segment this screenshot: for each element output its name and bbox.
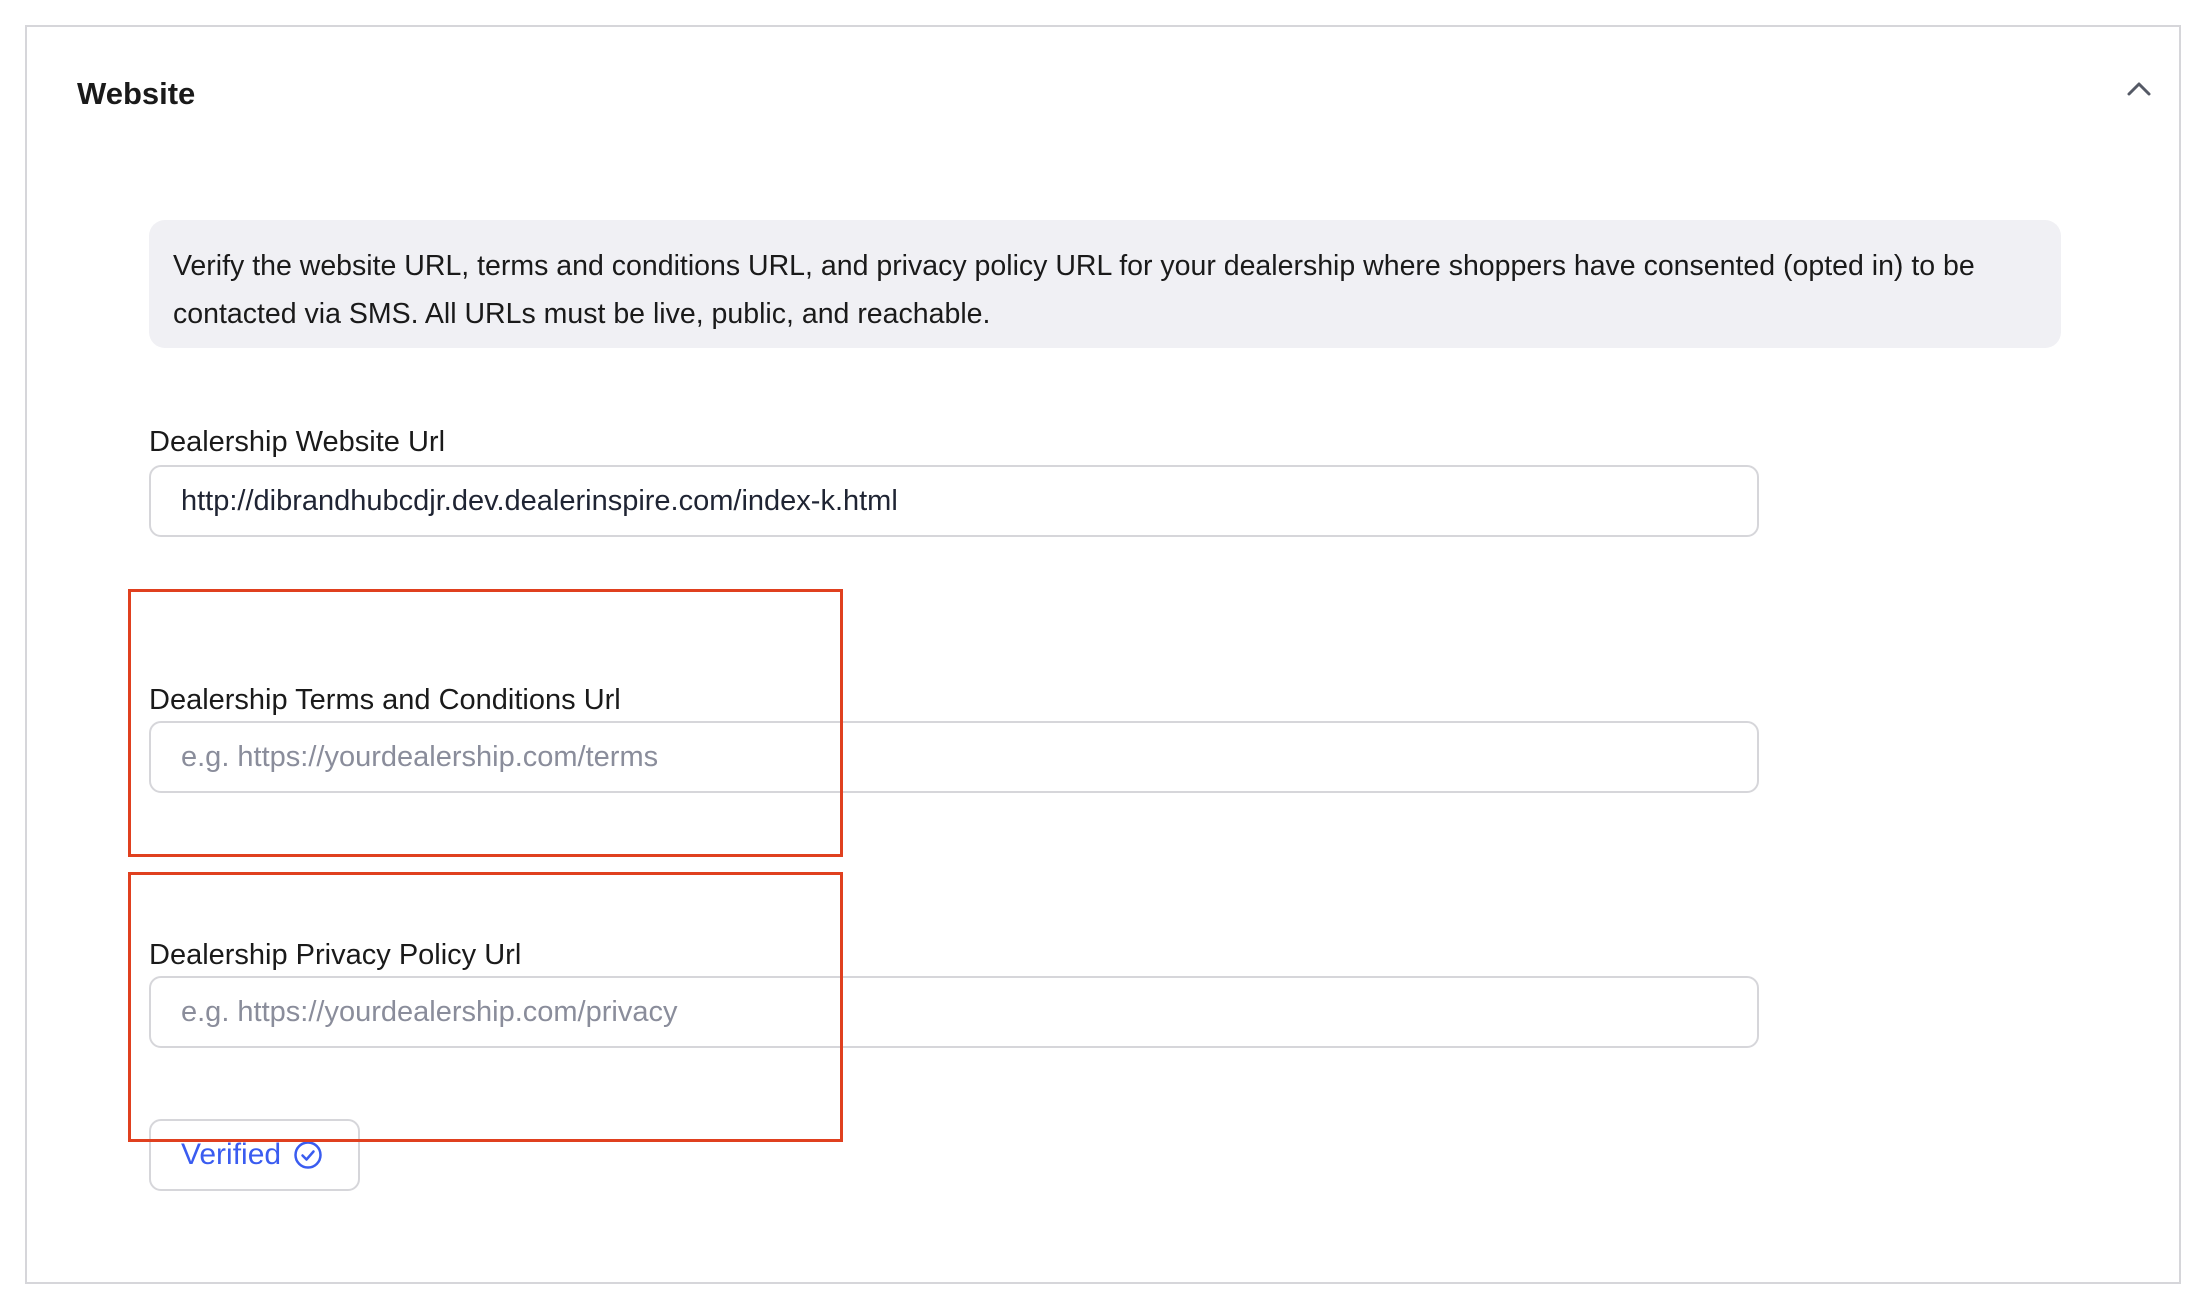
section-title: Website (77, 76, 196, 111)
terms-url-input[interactable] (149, 721, 1759, 793)
website-url-input[interactable] (149, 465, 1759, 537)
collapse-button[interactable] (2117, 67, 2161, 111)
info-notice: Verify the website URL, terms and condit… (149, 220, 2061, 348)
chevron-up-icon (2127, 82, 2151, 96)
website-url-label: Dealership Website Url (149, 426, 446, 458)
website-section-panel: Website Verify the website URL, terms an… (25, 25, 2181, 1284)
privacy-url-input[interactable] (149, 976, 1759, 1048)
privacy-url-label: Dealership Privacy Policy Url (149, 939, 522, 971)
check-circle-icon (293, 1140, 323, 1170)
terms-url-label: Dealership Terms and Conditions Url (149, 684, 621, 716)
verified-label: Verified (181, 1138, 282, 1171)
verified-button[interactable]: Verified (149, 1119, 360, 1191)
